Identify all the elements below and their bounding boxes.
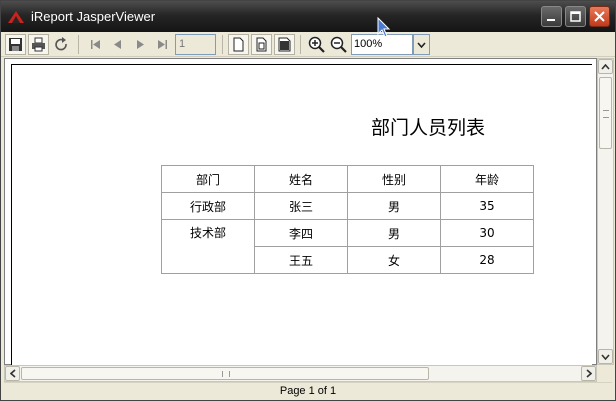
table-row: 行政部 张三 男 35 (161, 192, 534, 220)
dept-cell: 技术部 (161, 219, 255, 274)
scroll-down-button[interactable] (598, 349, 613, 364)
column-header: 部门 (161, 165, 255, 193)
gender-cell: 男 (347, 192, 441, 220)
name-cell: 李四 (254, 219, 348, 247)
title-bar[interactable]: iReport JasperViewer (1, 1, 615, 32)
scroll-left-button[interactable] (5, 366, 20, 381)
save-icon (9, 38, 22, 51)
fit-width-icon (278, 37, 291, 52)
name-cell: 张三 (254, 192, 348, 220)
close-icon (594, 11, 605, 22)
gender-cell: 男 (347, 219, 441, 247)
report-table: 部门 姓名 性别 年龄 行政部 张三 男 35 技术部 李四 男 30 王五 女… (161, 165, 534, 274)
mouse-pointer-icon (377, 17, 391, 38)
vertical-scrollbar[interactable] (597, 58, 614, 365)
fit-page-button[interactable] (251, 34, 272, 55)
zoom-dropdown-button[interactable] (413, 34, 430, 55)
name-cell: 王五 (254, 246, 348, 274)
maximize-button[interactable] (565, 6, 586, 27)
chevron-left-icon (9, 369, 16, 378)
previous-page-button[interactable] (107, 34, 128, 55)
zoom-in-button[interactable] (306, 34, 327, 55)
vertical-scroll-thumb[interactable] (599, 77, 612, 149)
jasper-viewer-window: iReport JasperViewer 1 100% 部门人员列表 部门 姓名… (0, 0, 616, 401)
last-page-button[interactable] (152, 34, 173, 55)
chevron-down-icon (601, 353, 610, 360)
zoom-out-icon (330, 36, 347, 53)
dept-cell: 行政部 (161, 192, 255, 220)
next-page-icon (137, 40, 144, 49)
reload-icon (55, 37, 67, 51)
first-page-icon (91, 40, 100, 49)
toolbar: 1 100% (1, 32, 615, 57)
next-page-button[interactable] (130, 34, 151, 55)
page-number-input[interactable]: 1 (175, 34, 216, 55)
age-cell: 28 (440, 246, 534, 274)
chevron-down-icon (417, 41, 426, 48)
horizontal-scroll-thumb[interactable] (21, 367, 429, 380)
ireport-logo-icon (8, 10, 24, 23)
age-cell: 30 (440, 219, 534, 247)
chevron-right-icon (585, 369, 592, 378)
report-page: 部门人员列表 部门 姓名 性别 年龄 行政部 张三 男 35 技术部 李四 男 … (11, 64, 592, 366)
table-row: 技术部 李四 男 30 (161, 219, 534, 274)
actual-size-button[interactable] (228, 34, 249, 55)
print-button[interactable] (28, 34, 49, 55)
horizontal-scrollbar[interactable] (4, 365, 597, 382)
actual-size-icon (233, 37, 244, 52)
report-viewport[interactable]: 部门人员列表 部门 姓名 性别 年龄 行政部 张三 男 35 技术部 李四 男 … (4, 58, 597, 366)
minimize-icon (547, 19, 555, 21)
scroll-right-button[interactable] (581, 366, 596, 381)
maximize-icon (570, 11, 581, 22)
save-button[interactable] (5, 34, 26, 55)
report-title: 部门人员列表 (371, 117, 486, 139)
fit-page-icon (256, 37, 267, 52)
zoom-in-icon (308, 36, 325, 53)
column-header: 姓名 (254, 165, 348, 193)
column-header: 性别 (347, 165, 441, 193)
scroll-up-button[interactable] (598, 59, 613, 74)
close-button[interactable] (589, 6, 610, 27)
column-header: 年龄 (440, 165, 534, 193)
window-title: iReport JasperViewer (31, 9, 156, 24)
table-header-row: 部门 姓名 性别 年龄 (161, 165, 534, 193)
previous-page-icon (114, 40, 121, 49)
minimize-button[interactable] (541, 6, 562, 27)
zoom-out-button[interactable] (328, 34, 349, 55)
reload-button[interactable] (51, 34, 72, 55)
gender-cell: 女 (347, 246, 441, 274)
fit-width-button[interactable] (274, 34, 295, 55)
first-page-button[interactable] (85, 34, 106, 55)
status-bar-page-info: Page 1 of 1 (4, 382, 612, 399)
print-icon (32, 37, 45, 52)
last-page-icon (158, 40, 167, 49)
age-cell: 35 (440, 192, 534, 220)
chevron-up-icon (601, 63, 610, 70)
